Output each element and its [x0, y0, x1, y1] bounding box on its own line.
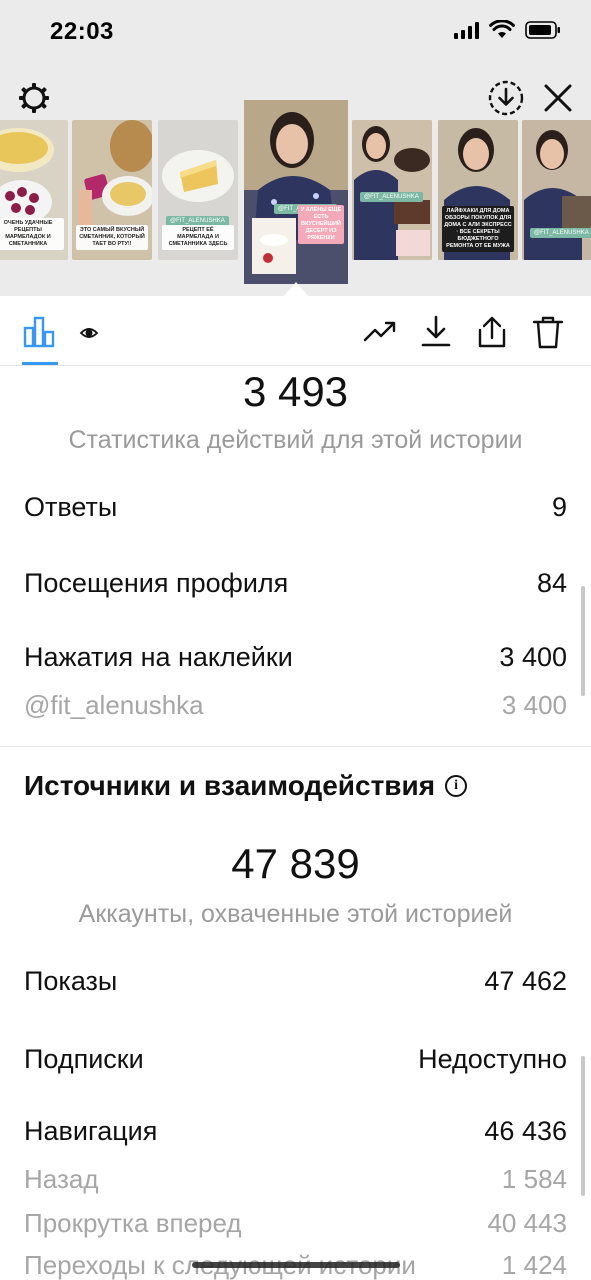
insights-panel: 3 493 Статистика действий для этой истор… [0, 296, 591, 1280]
reach-caption: Аккаунты, охваченные этой историей [78, 900, 513, 928]
stat-row-replies: Ответы 9 [24, 492, 567, 523]
active-tab-underline [22, 362, 58, 365]
wifi-icon [489, 20, 515, 40]
stat-value: 47 462 [484, 966, 567, 996]
stat-label: Ответы [24, 492, 118, 522]
battery-icon [525, 21, 561, 39]
stat-value: 9 [551, 492, 567, 522]
insights-tabbar [0, 296, 591, 366]
home-indicator[interactable] [192, 1262, 400, 1268]
status-time: 22:03 [50, 18, 114, 45]
reach-total: 47 839 [231, 840, 360, 887]
stat-value: 3 400 [501, 690, 567, 720]
download-icon[interactable] [418, 314, 454, 350]
stat-row-back: Назад 1 584 [24, 1164, 567, 1195]
stat-row-impressions: Показы 47 462 [24, 966, 567, 997]
stat-value: 40 443 [487, 1208, 567, 1238]
info-icon[interactable]: i [445, 775, 468, 797]
story-caption: ЛАЙФХАКИ ДЛЯ ДОМА ОБЗОРЫ ПОКУПОК ДЛЯ ДОМ… [442, 206, 514, 252]
discovery-title-text: Источники и взаимодействия [24, 770, 436, 801]
section-divider [0, 746, 591, 747]
story-thumbnail[interactable]: @FIT_ALENUSHKA [522, 120, 591, 260]
status-icons [454, 20, 561, 40]
bar-chart-icon[interactable] [22, 314, 58, 364]
trash-icon[interactable] [530, 314, 566, 350]
story-strip-area: 22:03 ОЧЕНЬ УДАЧНЫЕ РЕЦЕПТЫ МАРМЕЛАДОК И… [0, 0, 591, 296]
close-icon[interactable] [538, 78, 578, 118]
stat-label: Посещения профиля [24, 568, 289, 598]
stat-row-profile-visits: Посещения профиля 84 [24, 568, 567, 599]
story-mention-tag: @FIT_ALENUSHKA [360, 192, 423, 202]
selected-story-pointer [284, 282, 308, 296]
stat-value: 3 400 [499, 642, 567, 672]
stat-value: 1 424 [501, 1250, 567, 1280]
stat-label: Нажатия на наклейки [24, 642, 293, 672]
story-mention-tag: @FIT_ALENUSHKA [530, 228, 591, 238]
stat-label: Показы [24, 966, 118, 996]
download-circle-icon[interactable] [486, 78, 526, 118]
stat-value: 84 [536, 568, 567, 598]
scrollbar[interactable] [581, 1056, 585, 1196]
interactions-total: 3 493 [242, 368, 349, 415]
stat-value: Недоступно [418, 1044, 567, 1074]
trending-icon[interactable] [362, 314, 398, 350]
stat-row-forward: Прокрутка вперед 40 443 [24, 1208, 567, 1239]
stat-row-navigation: Навигация 46 436 [24, 1116, 567, 1147]
stat-label: Навигация [24, 1116, 158, 1146]
stat-row-sticker-taps: Нажатия на наклейки 3 400 [24, 642, 567, 673]
stat-row-mention: @fit_alenushka 3 400 [24, 690, 567, 721]
stat-value: 46 436 [484, 1116, 567, 1146]
stat-label: @fit_alenushka [24, 690, 204, 720]
stat-value: 1 584 [501, 1164, 567, 1194]
eye-icon[interactable] [78, 322, 100, 342]
signal-icon [454, 21, 479, 39]
discovery-title: Источники и взаимодействия i [24, 770, 468, 802]
story-thumbnail[interactable]: ЛАЙФХАКИ ДЛЯ ДОМА ОБЗОРЫ ПОКУПОК ДЛЯ ДОМ… [438, 120, 518, 260]
scrollbar[interactable] [581, 586, 585, 696]
stat-label: Подписки [24, 1044, 144, 1074]
story-thumbnails-right: @FIT_ALENUSHKA ЛАЙФХАКИ ДЛЯ ДОМА ОБЗОРЫ … [0, 120, 591, 265]
stat-row-follows: Подписки Недоступно [24, 1044, 567, 1075]
stat-label: Прокрутка вперед [24, 1208, 242, 1238]
share-icon[interactable] [474, 314, 510, 350]
stat-label: Назад [24, 1164, 99, 1194]
interactions-caption: Статистика действий для этой истории [68, 426, 523, 454]
settings-gear-icon[interactable] [16, 80, 52, 116]
story-thumbnail[interactable]: @FIT_ALENUSHKA [352, 120, 432, 260]
